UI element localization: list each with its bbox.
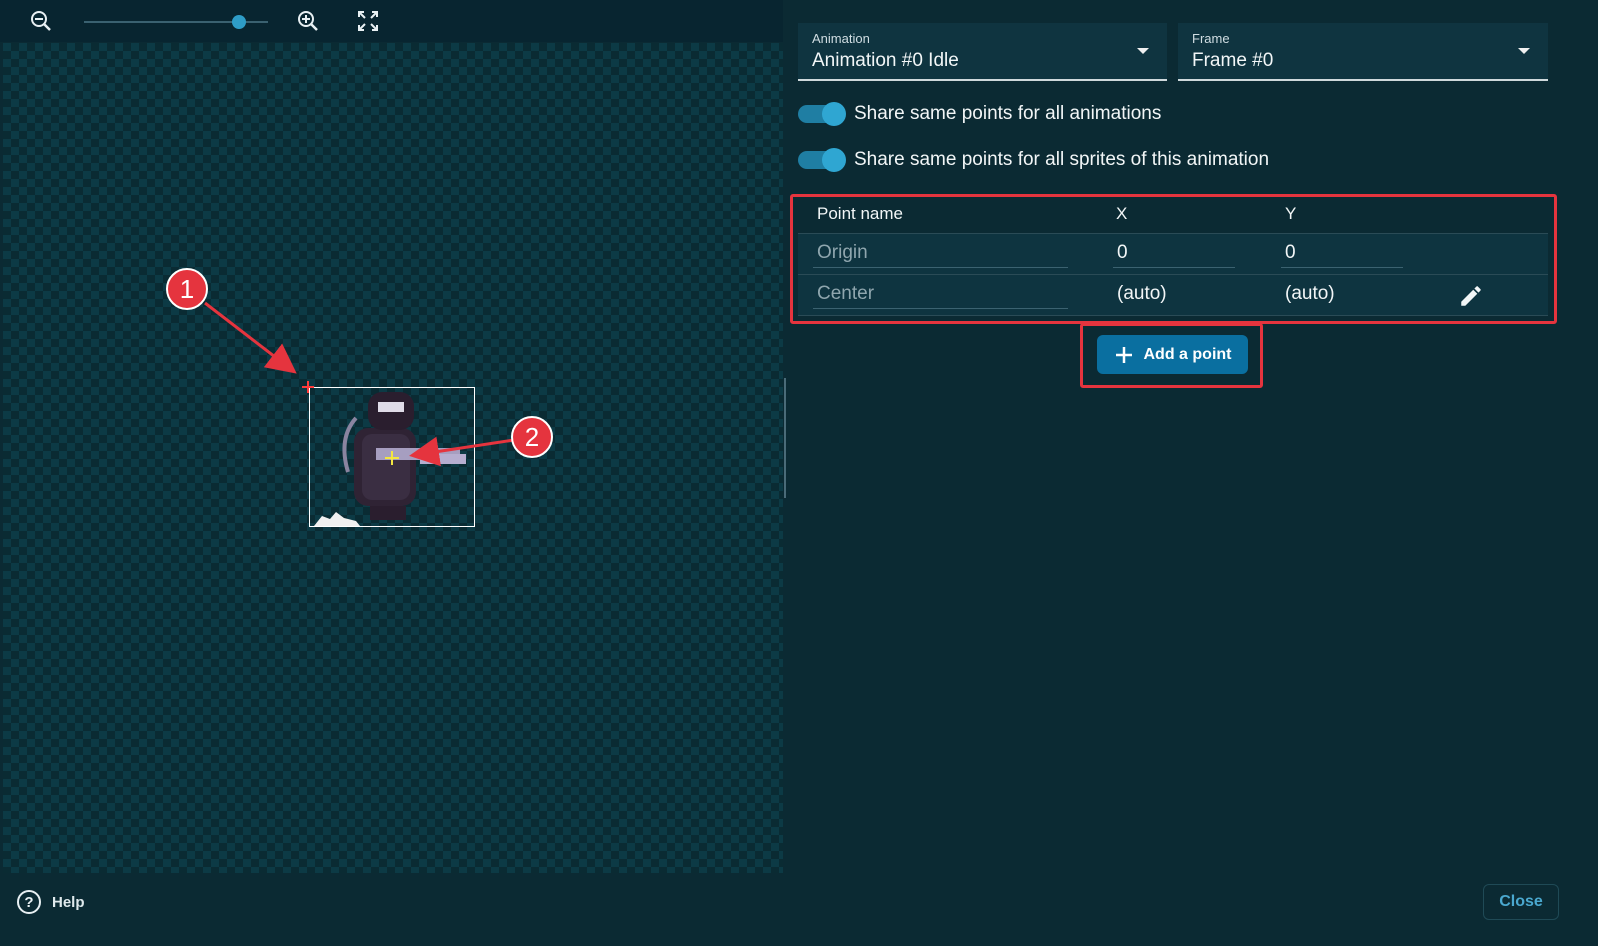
frame-select-value: Frame #0 (1192, 50, 1274, 71)
zoom-in-button[interactable] (293, 6, 323, 36)
help-label: Help (52, 893, 85, 911)
animation-select-label: Animation (812, 31, 870, 46)
toggle-label: Share same points for all sprites of thi… (854, 149, 1270, 170)
frame-select-label: Frame (1192, 31, 1230, 46)
svg-text:?: ? (24, 894, 33, 911)
toggle-knob (822, 102, 846, 126)
sprite-bounding-box (309, 387, 475, 527)
highlight-add-point (1080, 323, 1263, 388)
toggle-share-all-animations[interactable]: Share same points for all animations (798, 102, 1162, 126)
fit-screen-button[interactable] (353, 6, 383, 36)
animation-select[interactable]: Animation Animation #0 Idle (798, 23, 1167, 81)
toggle-switch[interactable] (798, 148, 846, 172)
close-button[interactable]: Close (1483, 884, 1559, 920)
frame-select[interactable]: Frame Frame #0 (1178, 23, 1548, 81)
toggle-share-all-sprites[interactable]: Share same points for all sprites of thi… (798, 148, 1270, 172)
toggle-switch[interactable] (798, 102, 846, 126)
zoom-in-icon (298, 11, 318, 31)
help-button[interactable]: ? Help (16, 889, 85, 915)
toggle-label: Share same points for all animations (854, 103, 1162, 124)
panel-splitter[interactable] (784, 378, 786, 498)
zoom-slider-thumb[interactable] (231, 15, 246, 29)
chevron-down-icon (1518, 48, 1530, 54)
chevron-down-icon (1137, 48, 1149, 54)
animation-select-value: Animation #0 Idle (812, 50, 959, 71)
center-point-marker[interactable] (385, 451, 399, 465)
zoom-out-icon (31, 11, 51, 31)
canvas-toolbar (0, 0, 783, 42)
zoom-out-button[interactable] (26, 6, 56, 36)
origin-point-marker[interactable] (302, 381, 314, 393)
toggle-knob (822, 148, 846, 172)
highlight-points-table (790, 194, 1557, 324)
fit-screen-icon (358, 11, 378, 31)
dialog-footer: ? Help Close (0, 873, 1568, 928)
help-icon: ? (17, 890, 41, 914)
